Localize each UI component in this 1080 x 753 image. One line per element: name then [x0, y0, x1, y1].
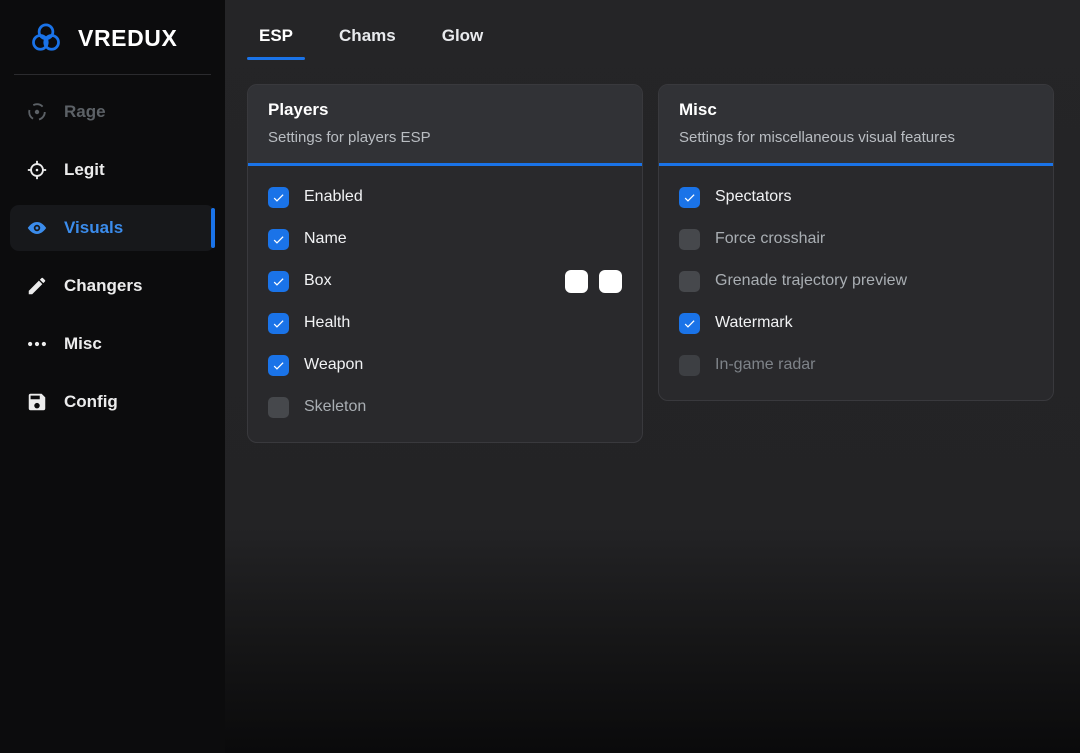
color-swatch[interactable] — [599, 270, 622, 293]
color-swatch[interactable] — [565, 270, 588, 293]
card-title: Misc — [679, 100, 1033, 120]
option-health: Health — [268, 302, 622, 344]
save-icon — [26, 391, 48, 413]
option-in-game-radar: In-game radar — [679, 344, 1033, 386]
sidebar-item-changers[interactable]: Changers — [10, 263, 215, 309]
cards-row: Players Settings for players ESP Enabled Na… — [247, 84, 1058, 443]
option-label: Skeleton — [304, 398, 366, 416]
check-icon — [271, 274, 286, 289]
option-spectators: Spectators — [679, 176, 1033, 218]
tab-esp[interactable]: ESP — [247, 20, 305, 60]
check-icon — [682, 316, 697, 331]
card-header: Misc Settings for miscellaneous visual fe… — [659, 85, 1053, 166]
option-label: Box — [304, 272, 332, 290]
check-icon — [271, 232, 286, 247]
option-watermark: Watermark — [679, 302, 1033, 344]
option-name: Name — [268, 218, 622, 260]
check-icon — [271, 358, 286, 373]
checkbox-watermark[interactable] — [679, 313, 700, 334]
checkbox-name[interactable] — [268, 229, 289, 250]
option-weapon: Weapon — [268, 344, 622, 386]
checkbox-grenade-trajectory-preview[interactable] — [679, 271, 700, 292]
option-label: Health — [304, 314, 350, 332]
sidebar-item-label: Misc — [64, 334, 102, 354]
card-title: Players — [268, 100, 622, 120]
card-body: Spectators Force crosshair Grenade traject… — [659, 166, 1053, 400]
checkbox-skeleton[interactable] — [268, 397, 289, 418]
pencil-icon — [26, 275, 48, 297]
sidebar-divider — [14, 74, 211, 75]
tab-glow[interactable]: Glow — [430, 20, 496, 60]
option-label: Name — [304, 230, 347, 248]
sidebar-item-label: Changers — [64, 276, 142, 296]
tab-label: Glow — [442, 26, 484, 45]
checkbox-spectators[interactable] — [679, 187, 700, 208]
checkbox-enabled[interactable] — [268, 187, 289, 208]
sidebar-nav: Rage Legit Visuals Changers Misc Config — [0, 89, 225, 425]
tab-label: ESP — [259, 26, 293, 45]
app-title: VREDUX — [78, 25, 177, 52]
option-label: Enabled — [304, 188, 363, 206]
tab-chams[interactable]: Chams — [327, 20, 408, 60]
option-force-crosshair: Force crosshair — [679, 218, 1033, 260]
active-indicator — [211, 208, 215, 248]
checkbox-force-crosshair[interactable] — [679, 229, 700, 250]
app-window: VREDUX Rage Legit Visuals Changers Misc Confi… — [0, 0, 1080, 753]
option-label: Weapon — [304, 356, 363, 374]
option-label: In-game radar — [715, 356, 816, 374]
card-body: Enabled Name Box Health Weapon Skeleton — [248, 166, 642, 442]
card-misc: Misc Settings for miscellaneous visual fe… — [658, 84, 1054, 401]
sidebar-item-visuals[interactable]: Visuals — [10, 205, 215, 251]
eye-icon — [26, 217, 48, 239]
option-label: Grenade trajectory preview — [715, 272, 907, 290]
sidebar-item-legit[interactable]: Legit — [10, 147, 215, 193]
sidebar-item-label: Rage — [64, 102, 106, 122]
option-label: Force crosshair — [715, 230, 825, 248]
sidebar-item-label: Visuals — [64, 218, 123, 238]
sidebar-item-config[interactable]: Config — [10, 379, 215, 425]
color-swatches — [565, 270, 622, 293]
crosshair-icon — [26, 159, 48, 181]
card-header: Players Settings for players ESP — [248, 85, 642, 166]
option-skeleton: Skeleton — [268, 386, 622, 428]
dots-icon — [26, 333, 48, 355]
tabs-bar: ESP Chams Glow — [247, 0, 1058, 60]
check-icon — [271, 316, 286, 331]
tab-label: Chams — [339, 26, 396, 45]
rage-icon — [26, 101, 48, 123]
logo: VREDUX — [0, 0, 225, 72]
sidebar-item-misc[interactable]: Misc — [10, 321, 215, 367]
check-icon — [682, 190, 697, 205]
sidebar: VREDUX Rage Legit Visuals Changers Misc Confi… — [0, 0, 225, 753]
check-icon — [271, 190, 286, 205]
active-tab-underline — [247, 57, 305, 60]
option-enabled: Enabled — [268, 176, 622, 218]
sidebar-item-label: Config — [64, 392, 118, 412]
card-subtitle: Settings for players ESP — [268, 129, 622, 146]
option-grenade-trajectory-preview: Grenade trajectory preview — [679, 260, 1033, 302]
checkbox-weapon[interactable] — [268, 355, 289, 376]
checkbox-in-game-radar[interactable] — [679, 355, 700, 376]
card-players: Players Settings for players ESP Enabled Na… — [247, 84, 643, 443]
option-box: Box — [268, 260, 622, 302]
checkbox-box[interactable] — [268, 271, 289, 292]
main-content: ESP Chams Glow Players Settings for players… — [225, 0, 1080, 753]
option-label: Watermark — [715, 314, 793, 332]
sidebar-item-rage[interactable]: Rage — [10, 89, 215, 135]
option-label: Spectators — [715, 188, 791, 206]
checkbox-health[interactable] — [268, 313, 289, 334]
vredux-logo-icon — [26, 18, 66, 58]
sidebar-item-label: Legit — [64, 160, 105, 180]
card-subtitle: Settings for miscellaneous visual featur… — [679, 129, 1033, 146]
